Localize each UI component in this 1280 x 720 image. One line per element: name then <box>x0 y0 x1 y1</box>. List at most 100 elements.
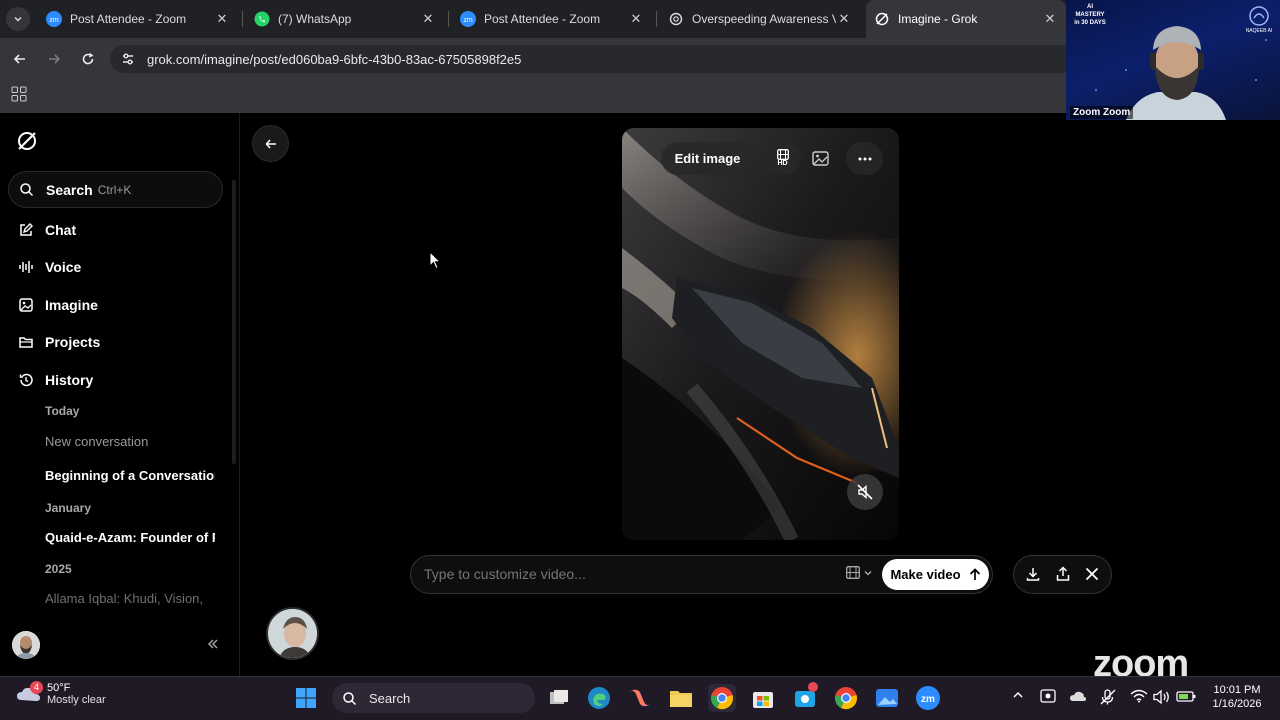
close-tab-icon[interactable]: ✕ <box>1042 11 1058 27</box>
browser-tab[interactable]: Overspeeding Awareness Vi ✕ <box>660 4 860 34</box>
history-section-today: Today <box>45 404 80 418</box>
edit-image-button[interactable]: Edit image <box>661 142 754 175</box>
copilot-icon[interactable] <box>626 684 654 712</box>
photos-icon[interactable] <box>873 684 901 712</box>
sidebar-item-imagine[interactable]: Imagine <box>18 297 98 313</box>
arrow-up-icon <box>969 568 980 580</box>
more-options-button[interactable] <box>846 142 883 175</box>
zoom-app-icon[interactable]: zm <box>914 684 942 712</box>
chrome-profile-icon[interactable] <box>832 684 860 712</box>
grok-logo[interactable] <box>15 129 39 153</box>
image-icon <box>812 151 829 166</box>
make-video-button[interactable]: Make video <box>882 559 989 590</box>
image-gallery-button[interactable] <box>802 142 839 175</box>
grok-logo-icon <box>18 132 36 150</box>
edge-browser-icon[interactable] <box>585 684 613 712</box>
tab-search-dropdown[interactable] <box>6 7 30 31</box>
sidebar-item-chat[interactable]: Chat <box>18 222 76 238</box>
sidebar-search[interactable]: Search Ctrl+K <box>8 171 223 208</box>
history-item[interactable]: New conversation <box>45 434 215 449</box>
tab-separator <box>448 11 449 27</box>
reload-icon <box>82 52 94 65</box>
tray-app-icon[interactable] <box>1040 688 1056 704</box>
video-mode-dropdown[interactable] <box>846 566 873 579</box>
chevron-up-icon[interactable] <box>1012 690 1024 700</box>
sidebar-item-voice[interactable]: Voice <box>18 259 81 275</box>
post-to-x-button[interactable] <box>1085 567 1099 581</box>
clock-time: 10:01 PM <box>1213 684 1261 696</box>
grok-icon <box>874 11 890 27</box>
weather-desc: Mostly clear <box>47 694 106 706</box>
speaker-muted-icon <box>857 484 873 500</box>
wifi-icon[interactable] <box>1130 689 1148 703</box>
battery-icon[interactable] <box>1176 689 1196 703</box>
tab-title: Overspeeding Awareness Vi <box>692 12 836 26</box>
system-clock[interactable]: 10:01 PM 1/16/2026 <box>1205 684 1269 710</box>
academy-logo: NAQEEB AI <box>1242 4 1276 38</box>
weather-alert-badge: 4 <box>30 681 43 694</box>
sidebar-item-projects[interactable]: Projects <box>18 334 100 350</box>
waveform-icon <box>18 259 34 275</box>
folder-icon <box>18 334 34 350</box>
hd-label: HD <box>777 160 788 167</box>
whatsapp-icon <box>254 11 270 27</box>
svg-text:zm: zm <box>49 17 59 24</box>
floating-avatar[interactable] <box>266 607 319 660</box>
browser-tab-active[interactable]: Imagine - Grok ✕ <box>866 0 1066 38</box>
sidebar-item-label: Projects <box>45 334 101 350</box>
image-icon <box>18 297 34 313</box>
collapse-sidebar-icon[interactable] <box>206 637 220 651</box>
reload-button[interactable] <box>76 47 100 71</box>
more-horizontal-icon <box>858 157 871 160</box>
hd-upscale-button[interactable]: HD <box>764 142 801 175</box>
mute-toggle-button[interactable] <box>847 474 883 510</box>
notification-badge <box>808 682 818 692</box>
weather-widget[interactable]: 4 50°F Mostly clear <box>15 681 106 706</box>
tab-title: Imagine - Grok <box>898 12 978 26</box>
file-explorer-icon[interactable] <box>667 684 695 712</box>
close-tab-icon[interactable]: ✕ <box>836 11 852 27</box>
back-nav-button[interactable] <box>8 47 32 71</box>
history-item[interactable]: Allama Iqbal: Khudi, Vision, <box>45 591 215 606</box>
sidebar-item-history[interactable]: History <box>18 372 93 388</box>
volume-icon[interactable] <box>1153 689 1171 705</box>
make-video-label: Make video <box>890 567 961 582</box>
participant-name: Zoom Zoom <box>1070 106 1134 119</box>
film-icon <box>846 566 860 579</box>
snipping-tool-icon[interactable] <box>791 682 819 712</box>
forward-nav-button[interactable] <box>42 47 66 71</box>
microsoft-store-icon[interactable] <box>749 684 777 712</box>
chrome-icon[interactable] <box>708 684 736 712</box>
video-prompt-input[interactable] <box>424 564 824 584</box>
arrow-left-icon <box>13 54 25 64</box>
history-section-january: January <box>45 501 92 515</box>
apps-grid-icon[interactable] <box>11 86 27 102</box>
x-logo-icon <box>1085 567 1099 581</box>
download-button[interactable] <box>1025 566 1041 582</box>
taskbar-search[interactable]: Search <box>332 683 535 713</box>
browser-tab[interactable]: zm Post Attendee - Zoom ✕ <box>38 4 238 34</box>
mouse-cursor <box>429 251 441 270</box>
browser-tab[interactable]: zm Post Attendee - Zoom ✕ <box>452 4 652 34</box>
zoom-participant-video: AI MASTERY in 30 DAYS NAQEEB AI Zoom Zoo… <box>1066 0 1280 120</box>
close-tab-icon[interactable]: ✕ <box>214 11 230 27</box>
address-url: grok.com/imagine/post/ed060ba9-6bfc-43b0… <box>147 52 522 67</box>
task-view-icon[interactable] <box>545 684 573 712</box>
share-button[interactable] <box>1055 566 1071 582</box>
sidebar-scrollbar[interactable] <box>232 180 236 464</box>
user-avatar[interactable] <box>12 631 40 659</box>
browser-tab[interactable]: (7) WhatsApp ✕ <box>246 4 444 34</box>
history-item[interactable]: Beginning of a Conversation <box>45 468 215 483</box>
microphone-muted-icon[interactable] <box>1099 688 1117 706</box>
tab-separator <box>242 11 243 27</box>
windows-start-button[interactable] <box>292 684 320 712</box>
windows-logo-icon <box>296 688 316 708</box>
film-icon <box>776 149 789 160</box>
close-tab-icon[interactable]: ✕ <box>628 11 644 27</box>
close-tab-icon[interactable]: ✕ <box>420 11 436 27</box>
history-item[interactable]: Quaid-e-Azam: Founder of Pakistan <box>45 530 215 545</box>
search-label: Search <box>46 181 93 198</box>
back-button[interactable] <box>252 125 289 162</box>
onedrive-icon[interactable] <box>1069 689 1087 703</box>
site-settings-icon[interactable] <box>120 51 136 67</box>
